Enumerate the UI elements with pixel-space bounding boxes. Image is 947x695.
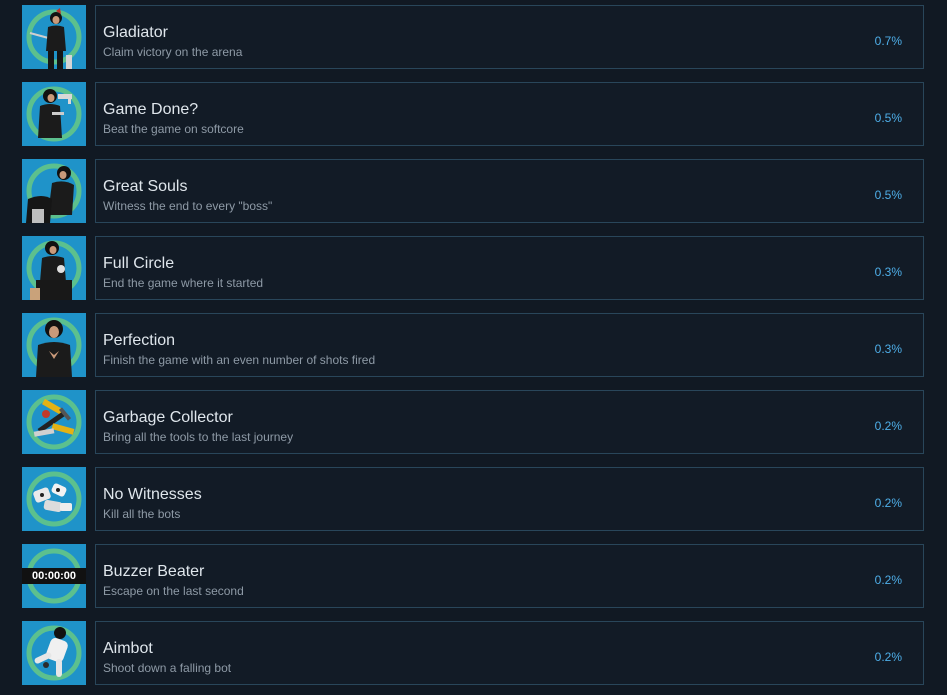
woman-portrait-icon (22, 313, 86, 377)
achievement-description: Shoot down a falling bot (103, 661, 232, 675)
achievement-description: Finish the game with an even number of s… (103, 353, 376, 367)
achievement-title: Great Souls (103, 178, 188, 195)
achievement-card: Full Circle End the game where it starte… (95, 236, 924, 300)
woman-boss-icon (22, 159, 86, 223)
achievement-title: Gladiator (103, 24, 168, 41)
achievement-description: Bring all the tools to the last journey (103, 430, 294, 444)
achievement-unlock-percent: 0.5% (874, 111, 902, 125)
achievement-unlock-percent: 0.2% (874, 650, 902, 664)
achievement-card: Aimbot Shoot down a falling bot 0.2% (95, 621, 924, 685)
achievement-description: End the game where it started (103, 276, 264, 290)
achievement-title: Garbage Collector (103, 409, 233, 426)
achievement-description: Beat the game on softcore (103, 122, 244, 136)
achievement-row[interactable]: Gladiator Claim victory on the arena 0.7… (22, 5, 924, 69)
woman-pistols-icon (22, 82, 86, 146)
woman-sword-icon (22, 5, 86, 69)
achievement-title: Game Done? (103, 101, 199, 118)
tools-pile-icon (22, 390, 86, 454)
achievement-card: Game Done? Beat the game on softcore 0.5… (95, 82, 924, 146)
achievement-description: Escape on the last second (103, 584, 244, 598)
achievement-unlock-percent: 0.3% (874, 342, 902, 356)
achievement-list: Gladiator Claim victory on the arena 0.7… (0, 0, 947, 695)
achievement-title: Aimbot (103, 640, 153, 657)
achievement-row[interactable]: 00:00:00 Buzzer Beater Escape on the las… (22, 544, 924, 608)
achievement-card: Gladiator Claim victory on the arena 0.7… (95, 5, 924, 69)
timer-icon: 00:00:00 (22, 544, 86, 608)
achievement-card: Garbage Collector Bring all the tools to… (95, 390, 924, 454)
achievement-description: Kill all the bots (103, 507, 181, 521)
achievement-row[interactable]: Full Circle End the game where it starte… (22, 236, 924, 300)
achievement-row[interactable]: Great Souls Witness the end to every "bo… (22, 159, 924, 223)
achievement-unlock-percent: 0.2% (874, 496, 902, 510)
broken-bots-icon (22, 467, 86, 531)
achievement-description: Witness the end to every "boss" (103, 199, 273, 213)
achievement-unlock-percent: 0.2% (874, 573, 902, 587)
achievement-row[interactable]: Garbage Collector Bring all the tools to… (22, 390, 924, 454)
achievement-row[interactable]: Perfection Finish the game with an even … (22, 313, 924, 377)
achievement-title: Perfection (103, 332, 176, 349)
achievement-unlock-percent: 0.3% (874, 265, 902, 279)
achievement-unlock-percent: 0.5% (874, 188, 902, 202)
achievement-card: Great Souls Witness the end to every "bo… (95, 159, 924, 223)
achievement-card: No Witnesses Kill all the bots 0.2% (95, 467, 924, 531)
falling-bot-icon (22, 621, 86, 685)
achievement-title: No Witnesses (103, 486, 202, 503)
achievement-row[interactable]: Aimbot Shoot down a falling bot 0.2% (22, 621, 924, 685)
achievement-title: Full Circle (103, 255, 175, 272)
woman-seated-icon (22, 236, 86, 300)
achievement-description: Claim victory on the arena (103, 45, 243, 59)
timer-readout: 00:00:00 (22, 568, 86, 584)
achievement-row[interactable]: Game Done? Beat the game on softcore 0.5… (22, 82, 924, 146)
achievement-title: Buzzer Beater (103, 563, 205, 580)
achievement-unlock-percent: 0.7% (874, 34, 902, 48)
achievement-unlock-percent: 0.2% (874, 419, 902, 433)
achievement-row[interactable]: No Witnesses Kill all the bots 0.2% (22, 467, 924, 531)
achievement-card: Perfection Finish the game with an even … (95, 313, 924, 377)
achievement-card: Buzzer Beater Escape on the last second … (95, 544, 924, 608)
